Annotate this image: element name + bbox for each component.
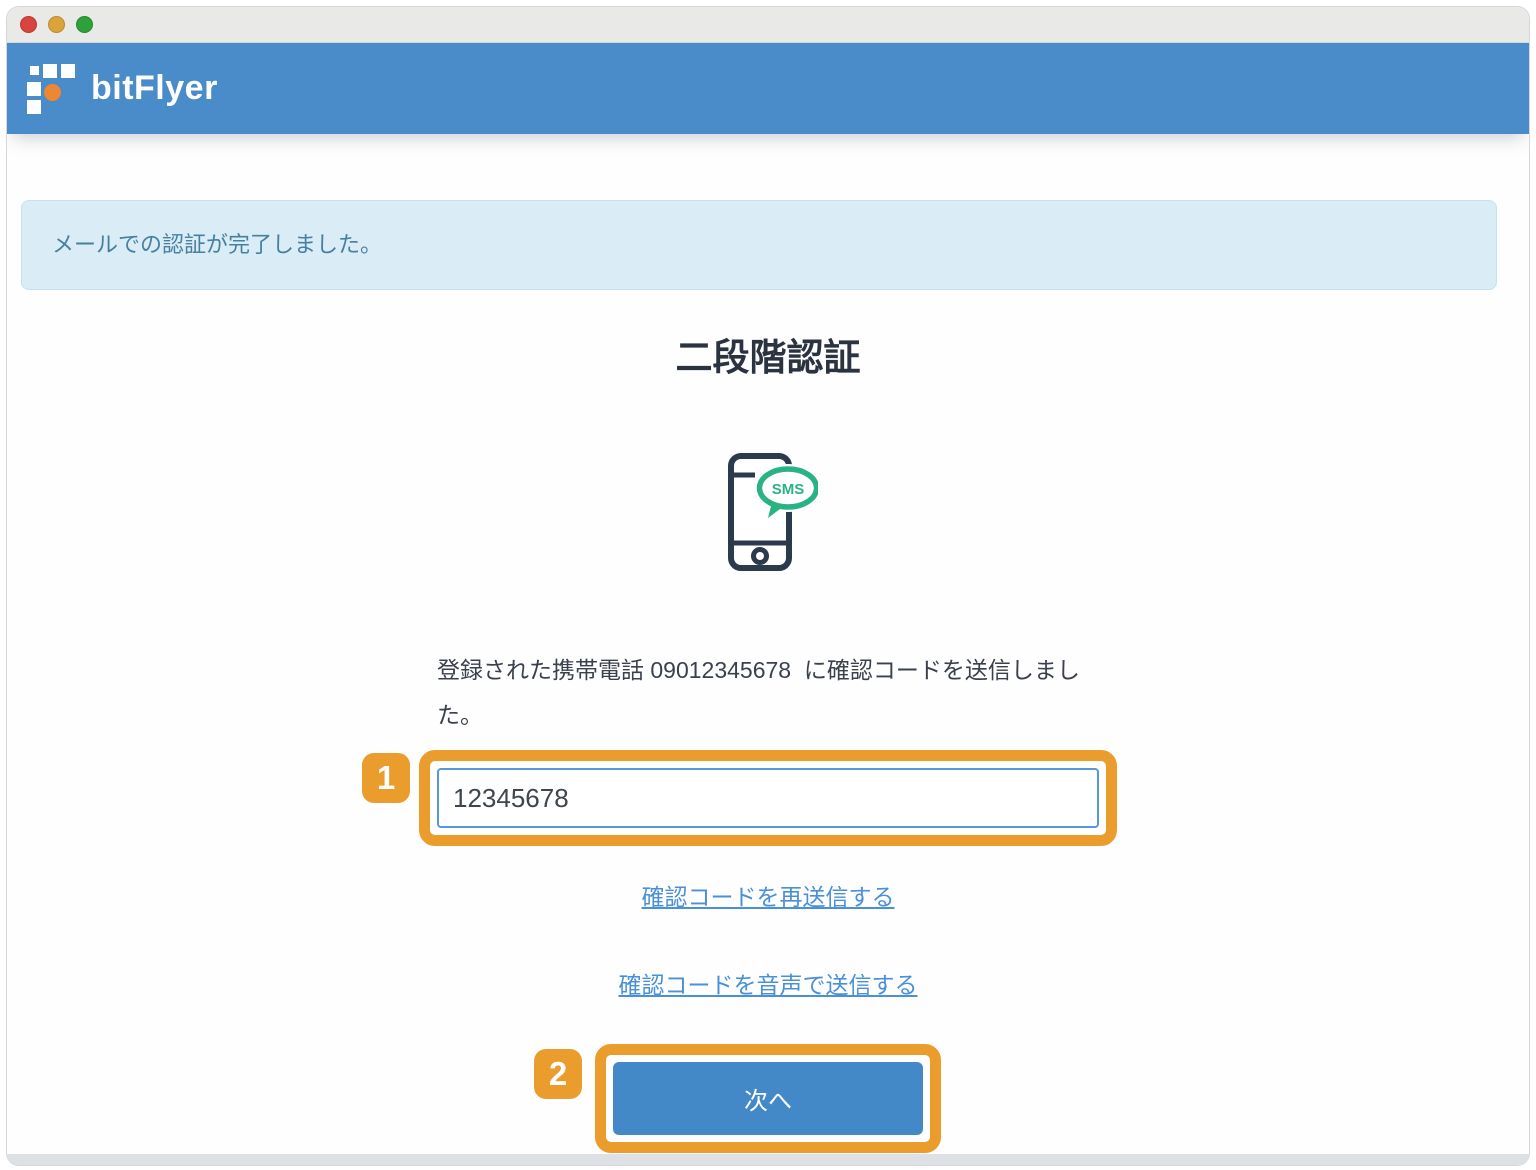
page-content: メールでの認証が完了しました。 二段階認証 SMS [7, 134, 1529, 1154]
brand-name: bitFlyer [91, 69, 218, 108]
instruction-text: 登録された携帯電話 09012345678 に確認コードを送信しました。 [437, 648, 1099, 738]
browser-window: bitFlyer メールでの認証が完了しました。 二段階認証 [6, 6, 1530, 1166]
app-header: bitFlyer [7, 43, 1529, 134]
sms-phone-icon: SMS [7, 450, 1529, 572]
next-button[interactable]: 次へ [613, 1062, 923, 1135]
step1-badge: 1 [362, 753, 410, 803]
window-bottom-edge [7, 1154, 1529, 1165]
email-verified-banner: メールでの認証が完了しました。 [21, 200, 1497, 290]
phone-sms-illustration: SMS [718, 450, 818, 572]
sms-icon-label: SMS [772, 481, 805, 498]
close-window-button[interactable] [20, 16, 37, 33]
window-titlebar [7, 7, 1529, 43]
minimize-window-button[interactable] [48, 16, 65, 33]
bitflyer-logo-icon [27, 63, 79, 115]
banner-message: メールでの認証が完了しました。 [52, 232, 382, 257]
step1-highlight-box: 1 [419, 750, 1117, 846]
resend-code-link[interactable]: 確認コードを再送信する [642, 884, 895, 910]
step2-highlight-box: 2 次へ [595, 1044, 941, 1153]
two-factor-form: 登録された携帯電話 09012345678 に確認コードを送信しました。 1 確… [437, 648, 1099, 1153]
voice-code-link[interactable]: 確認コードを音声で送信する [619, 972, 918, 998]
zoom-window-button[interactable] [76, 16, 93, 33]
verification-code-input[interactable] [437, 768, 1099, 828]
page-title: 二段階認証 [7, 336, 1529, 380]
step2-badge: 2 [534, 1049, 582, 1099]
